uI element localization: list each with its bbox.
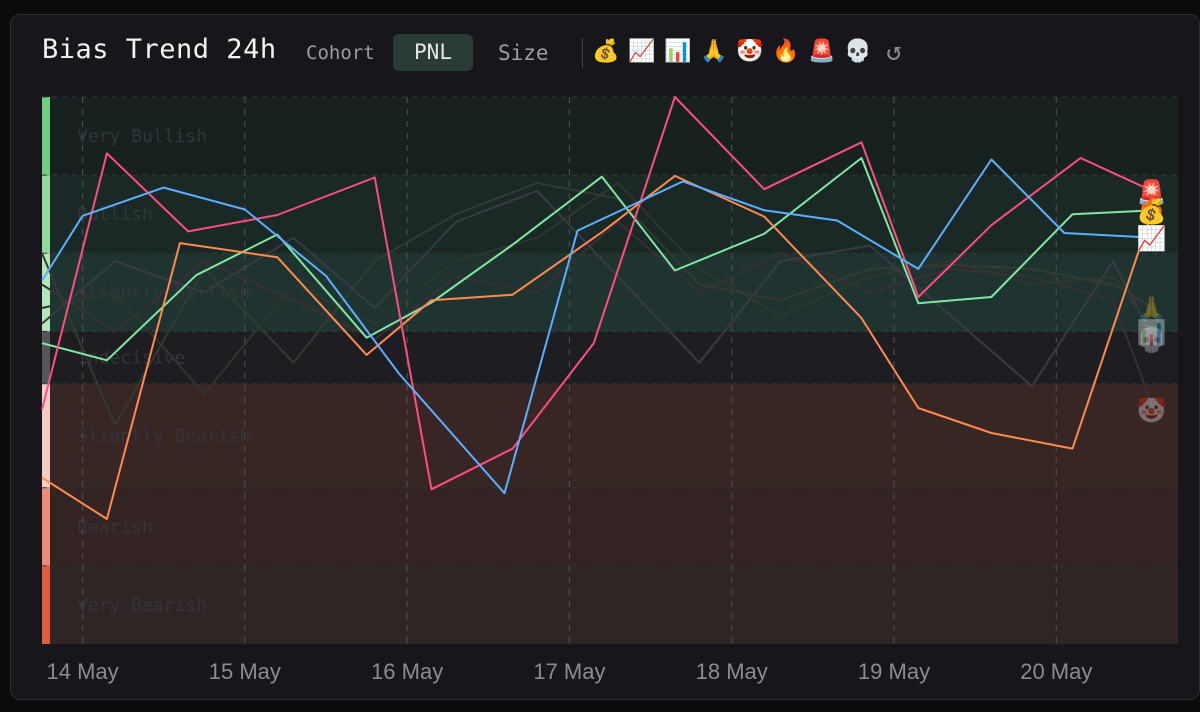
x-tick-label: 19 May (858, 659, 930, 684)
x-tick-label: 17 May (533, 659, 605, 684)
zone-edge-marker (42, 97, 50, 176)
zone-label: Bearish (77, 517, 153, 538)
x-tick-label: 16 May (371, 659, 443, 684)
x-tick-label: 15 May (209, 659, 281, 684)
zone-label: Indecisive (77, 348, 185, 369)
zone-edge-marker (42, 175, 50, 254)
zone-band (42, 331, 1178, 384)
zone-label: Very Bearish (77, 595, 207, 616)
x-tick-label: 14 May (46, 659, 118, 684)
bias-trend-chart: Very BullishBullishSlightly BullishIndec… (41, 96, 1178, 684)
series-end-icon[interactable]: 🤡 (1137, 397, 1167, 425)
x-tick-label: 20 May (1020, 659, 1092, 684)
zone-band (42, 97, 1178, 176)
series-end-icon[interactable]: 📈 (1137, 225, 1167, 253)
zone-edge-marker (42, 331, 50, 384)
zone-edge-marker (42, 487, 50, 566)
x-axis-ticks: 14 May 15 May 16 May 17 May 18 May 19 May 20 M… (46, 659, 1092, 684)
zone-label: Slightly Bearish (77, 426, 250, 447)
zone-bands (42, 96, 1178, 644)
zone-band (42, 487, 1178, 566)
x-tick-label: 18 May (696, 659, 768, 684)
zone-edge-marker (42, 383, 50, 488)
series-end-icon[interactable]: 📊 (1137, 318, 1167, 346)
zone-label: Very Bullish (77, 126, 207, 147)
series-end-icon[interactable]: 💰 (1137, 197, 1167, 225)
zone-edge-marker (42, 565, 50, 644)
zone-band (42, 565, 1178, 644)
